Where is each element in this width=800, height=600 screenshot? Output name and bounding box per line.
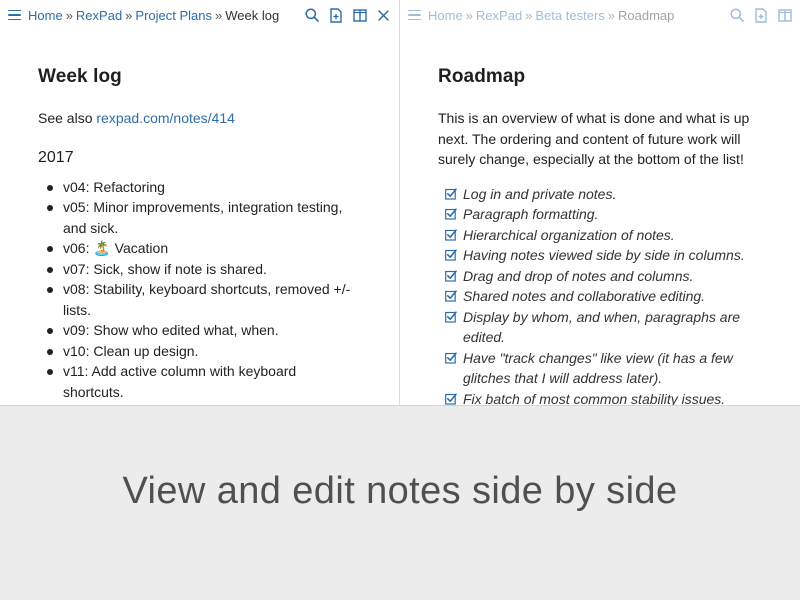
checkbox-checked-icon[interactable] [445,269,457,282]
checklist-item: Fix batch of most common stability issue… [438,389,758,406]
checklist-item-text: Hierarchical organization of notes. [463,226,675,243]
note-title: Week log [38,66,122,87]
new-note-icon[interactable] [753,7,768,23]
list-item: v09: Show who edited what, when. [38,320,358,341]
promo-caption: View and edit notes side by side [122,470,678,512]
breadcrumb-rexpad[interactable]: RexPad [476,8,522,23]
breadcrumb-separator: » [607,7,616,23]
note-title: Roadmap [438,66,526,87]
checklist-item: Shared notes and collaborative editing. [438,286,758,307]
checklist-item-text: Log in and private notes. [463,185,617,202]
search-icon[interactable] [304,8,319,23]
checklist-item-text: Fix batch of most common stability issue… [463,390,726,406]
checklist-item: Having notes viewed side by side in colu… [438,245,758,266]
checkbox-checked-icon[interactable] [445,187,457,200]
checkbox-checked-icon[interactable] [445,208,457,220]
breadcrumb-home[interactable]: Home [28,8,63,23]
note-content[interactable]: Week log See also rexpad.com/notes/414 2… [38,66,358,402]
breadcrumb-current: Roadmap [618,7,675,23]
checklist-item-text: Display by whom, and when, paragraphs ar… [463,308,741,346]
checklist-item: Log in and private notes. [438,184,758,205]
checklist-item-text: Shared notes and collaborative editing. [463,288,706,304]
roadmap-checklist: Log in and private notes. Paragraph form… [438,184,758,406]
split-view-icon[interactable] [352,8,367,23]
search-icon[interactable] [729,8,744,23]
checklist-item: Drag and drop of notes and columns. [438,266,758,287]
checklist-item: Have "track changes" like view (it has a… [438,348,758,389]
note-column-left[interactable]: Home» RexPad» Project Plans» Week log Week … [0,0,400,405]
close-icon[interactable] [376,8,391,23]
checklist-item-text: Have "track changes" like view (it has a… [463,349,733,387]
breadcrumb-beta-testers[interactable]: Beta testers [535,8,604,23]
note-column-right[interactable]: Home» RexPad» Beta testers» Roadmap Roadmap… [400,0,800,406]
breadcrumb-home[interactable]: Home [428,8,463,23]
column-header: Home» RexPad» Beta testers» Roadmap [400,0,800,30]
breadcrumb-separator: » [525,7,533,23]
section-heading-2017: 2017 [38,148,74,166]
breadcrumb-project-plans[interactable]: Project Plans [135,8,212,23]
workspace: Home» RexPad» Project Plans» Week log Week … [0,0,800,406]
checkbox-checked-icon[interactable] [445,249,457,261]
see-also-prefix: See also [38,110,93,126]
breadcrumb-separator: » [215,7,223,23]
list-item: v06: 🏝️ Vacation [38,238,358,259]
breadcrumb-separator: » [125,7,133,23]
breadcrumb: Home» RexPad» Beta testers» Roadmap [428,8,729,23]
breadcrumb: Home» RexPad» Project Plans» Week log [28,8,304,23]
checklist-item: Paragraph formatting. [438,204,758,225]
see-also-paragraph: See also rexpad.com/notes/414 [38,108,358,129]
checklist-item-text: Drag and drop of notes and columns. [463,267,694,284]
intro-paragraph: This is an overview of what is done and … [438,110,750,167]
list-item: v04: Refactoring [38,177,358,198]
checklist-item: Hierarchical organization of notes. [438,225,758,246]
list-item: v08: Stability, keyboard shortcuts, remo… [38,279,358,320]
checkbox-checked-icon[interactable] [445,392,457,405]
checklist-item-text: Having notes viewed side by side in colu… [463,247,745,263]
week-log-list: v04: Refactoring v05: Minor improvements… [38,177,358,403]
new-note-icon[interactable] [328,7,343,23]
checkbox-checked-icon[interactable] [445,310,457,323]
checkbox-checked-icon[interactable] [445,351,457,364]
header-icons [304,7,391,23]
list-item: v05: Minor improvements, integration tes… [38,197,358,238]
menu-icon[interactable] [408,9,421,21]
note-content[interactable]: Roadmap This is an overview of what is d… [438,66,758,406]
checkbox-checked-icon[interactable] [445,228,457,241]
menu-icon[interactable] [8,9,21,21]
breadcrumb-separator: » [465,7,473,23]
list-item: v10: Clean up design. [38,341,358,362]
list-item: v11: Add active column with keyboard sho… [38,361,358,402]
see-also-link[interactable]: rexpad.com/notes/414 [96,110,235,126]
header-icons [729,7,792,23]
breadcrumb-current: Week log [225,7,280,23]
split-view-icon[interactable] [777,8,792,23]
list-item: v07: Sick, show if note is shared. [38,259,358,280]
checklist-item-text: Paragraph formatting. [463,206,599,222]
column-header: Home» RexPad» Project Plans» Week log [0,0,399,30]
breadcrumb-rexpad[interactable]: RexPad [76,8,122,23]
checklist-item: Display by whom, and when, paragraphs ar… [438,307,758,348]
checkbox-checked-icon[interactable] [445,290,457,302]
breadcrumb-separator: » [65,7,73,23]
